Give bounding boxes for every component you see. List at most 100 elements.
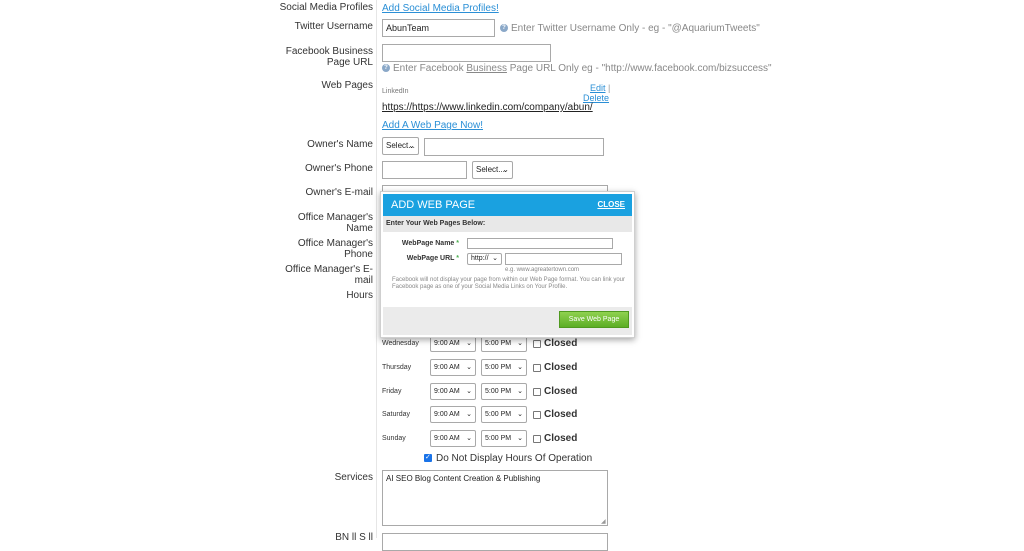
modal-close-button[interactable]: CLOSE (597, 200, 625, 209)
close-time-value: 5:00 PM (485, 435, 512, 442)
required-mark: * (456, 255, 459, 262)
owner-phone-input[interactable] (382, 161, 467, 179)
close-time-select[interactable]: 5:00 PM ⌄ (481, 430, 527, 447)
webpage-url-label: WebPage URL * (383, 255, 459, 262)
facebook-hint: ? Enter Facebook Business Page URL Only e… (382, 63, 772, 74)
protocol-select-value: http:// (471, 255, 489, 262)
open-time-select[interactable]: 9:00 AM ⌄ (430, 383, 476, 400)
open-time-select[interactable]: 9:00 AM ⌄ (430, 430, 476, 447)
open-time-value: 9:00 AM (434, 364, 460, 371)
close-time-value: 5:00 PM (485, 340, 512, 347)
facebook-hint-business: Business (466, 63, 507, 74)
owner-phone-select-value: Select... (476, 165, 505, 174)
close-time-value: 5:00 PM (485, 411, 512, 418)
required-mark: * (456, 240, 459, 247)
owner-name-title-select[interactable]: Select... ⌄ (382, 137, 419, 155)
chevron-down-icon: ⌄ (466, 435, 472, 442)
modal-title: ADD WEB PAGE (391, 199, 476, 211)
chevron-down-icon: ⌄ (408, 141, 415, 150)
close-time-select[interactable]: 5:00 PM ⌄ (481, 383, 527, 400)
add-webpage-link[interactable]: Add A Web Page Now! (382, 120, 483, 131)
edit-separator: | (608, 83, 611, 93)
open-time-select[interactable]: 9:00 AM ⌄ (430, 359, 476, 376)
help-icon: ? (500, 24, 508, 33)
do-not-display-hours-label: Do Not Display Hours Of Operation (436, 453, 593, 464)
close-time-select[interactable]: 5:00 PM ⌄ (481, 406, 527, 423)
facebook-hint-post: Page URL Only eg - "http://www.facebook.… (506, 63, 772, 74)
label-office-phone-2: Phone (344, 249, 373, 260)
day-label: Friday (382, 388, 402, 395)
chevron-down-icon: ⌄ (466, 411, 472, 418)
owner-phone-type-select[interactable]: Select... ⌄ (472, 161, 513, 179)
do-not-display-hours-checkbox[interactable] (424, 453, 432, 462)
chevron-down-icon: ⌄ (517, 388, 523, 395)
open-time-select[interactable]: 9:00 AM ⌄ (430, 406, 476, 423)
modal-header: ADD WEB PAGE CLOSE (383, 194, 632, 216)
twitter-hint: ? Enter Twitter Username Only - eg - "@Aq… (500, 23, 760, 34)
protocol-select[interactable]: http://⌄ (467, 253, 502, 265)
chevron-down-icon: ⌄ (517, 340, 523, 347)
bottom-partial-input[interactable] (382, 533, 608, 551)
label-social: Social Media Profiles (279, 2, 373, 13)
day-label: Wednesday (382, 340, 419, 347)
facebook-url-input[interactable] (382, 44, 551, 62)
closed-label: Closed (544, 433, 578, 444)
label-owner-email: Owner's E-mail (305, 187, 373, 198)
chevron-down-icon: ⌄ (517, 435, 523, 442)
webpage-url[interactable]: https://https://www.linkedin.com/company… (382, 102, 593, 113)
chevron-down-icon: ⌄ (517, 364, 523, 371)
twitter-hint-text: Enter Twitter Username Only - eg - "@Aqu… (511, 23, 760, 34)
close-time-value: 5:00 PM (485, 364, 512, 371)
modal-footer: Save Web Page (383, 307, 632, 335)
label-office-email-1: Office Manager's E- (285, 264, 373, 275)
webpage-name-input[interactable] (467, 238, 613, 249)
label-facebook-2: Page URL (326, 57, 373, 68)
modal-subtitle: Enter Your Web Pages Below: (383, 216, 632, 232)
webpage-caption: LinkedIn (382, 88, 409, 95)
label-twitter: Twitter Username (294, 21, 373, 32)
chevron-down-icon: ⌄ (492, 255, 498, 262)
open-time-value: 9:00 AM (434, 411, 460, 418)
chevron-down-icon: ⌄ (466, 388, 472, 395)
modal-body: WebPage Name * WebPage URL * http://⌄ e.… (383, 232, 632, 304)
label-owner-phone: Owner's Phone (304, 163, 373, 174)
resize-handle-icon[interactable]: ◢ (601, 518, 606, 525)
close-time-value: 5:00 PM (485, 388, 512, 395)
label-facebook-1: Facebook Business (285, 46, 373, 57)
closed-checkbox[interactable] (533, 340, 541, 348)
label-office-phone-1: Office Manager's (297, 238, 373, 249)
save-web-page-button[interactable]: Save Web Page (559, 311, 629, 328)
closed-label: Closed (544, 338, 578, 349)
day-label: Thursday (382, 364, 412, 371)
chevron-down-icon: ⌄ (466, 340, 472, 347)
services-textarea[interactable]: AI SEO Blog Content Creation & Publishin… (382, 470, 608, 526)
chevron-down-icon: ⌄ (502, 165, 509, 174)
close-time-select[interactable]: 5:00 PM ⌄ (481, 359, 527, 376)
label-services: Services (334, 472, 373, 483)
webpage-name-label: WebPage Name * (383, 240, 459, 247)
day-label: Sunday (382, 435, 406, 442)
label-office-email-2: mail (354, 275, 373, 286)
closed-checkbox[interactable] (533, 435, 541, 443)
open-time-value: 9:00 AM (434, 435, 460, 442)
label-column-divider (376, 0, 377, 538)
twitter-username-input[interactable] (382, 19, 495, 37)
label-office-name-2: Name (346, 223, 373, 234)
webpage-url-input[interactable] (505, 253, 622, 265)
open-time-value: 9:00 AM (434, 388, 460, 395)
add-social-media-link[interactable]: Add Social Media Profiles! (382, 3, 499, 14)
label-hours: Hours (346, 290, 373, 301)
closed-label: Closed (544, 386, 578, 397)
facebook-note: Facebook will not display your page from… (392, 277, 626, 290)
webpage-name-label-text: WebPage Name (401, 240, 455, 247)
closed-checkbox[interactable] (533, 411, 541, 419)
edit-webpage-link[interactable]: Edit (590, 83, 606, 93)
label-owner-name: Owner's Name (307, 139, 373, 150)
webpage-url-label-text: WebPage URL (406, 255, 455, 262)
label-web-pages: Web Pages (321, 80, 373, 91)
owner-name-input[interactable] (424, 138, 604, 156)
chevron-down-icon: ⌄ (517, 411, 523, 418)
closed-checkbox[interactable] (533, 388, 541, 396)
closed-checkbox[interactable] (533, 364, 541, 372)
facebook-hint-pre: Enter Facebook (393, 63, 467, 74)
